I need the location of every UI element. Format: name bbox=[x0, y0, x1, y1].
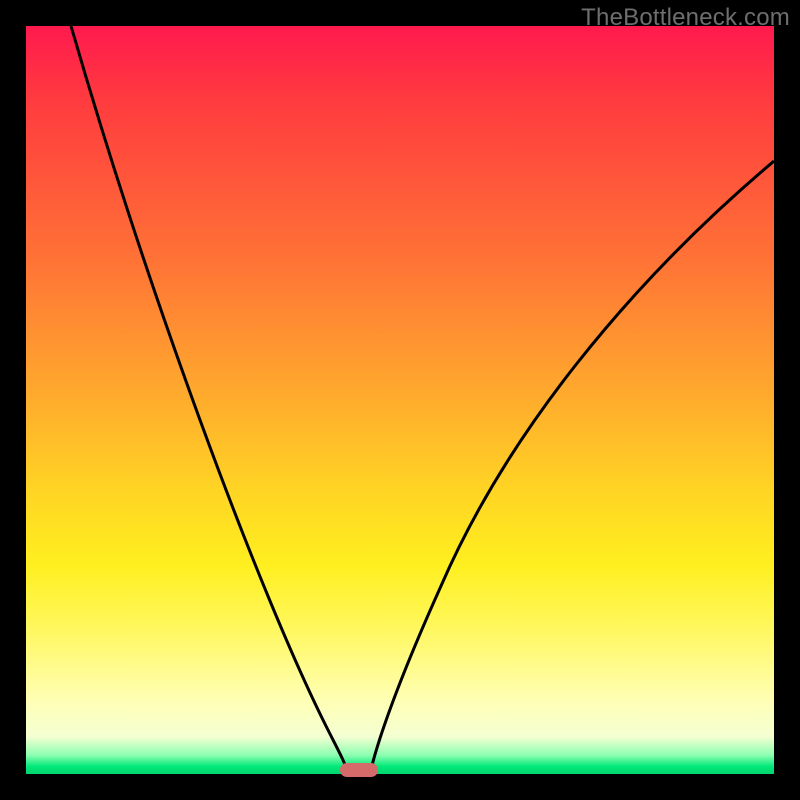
bottleneck-marker bbox=[340, 763, 378, 777]
curve-right-branch bbox=[370, 161, 774, 774]
curve-left-branch bbox=[71, 26, 348, 774]
chart-frame: TheBottleneck.com bbox=[0, 0, 800, 800]
plot-area bbox=[26, 26, 774, 774]
curve-layer bbox=[26, 26, 774, 774]
